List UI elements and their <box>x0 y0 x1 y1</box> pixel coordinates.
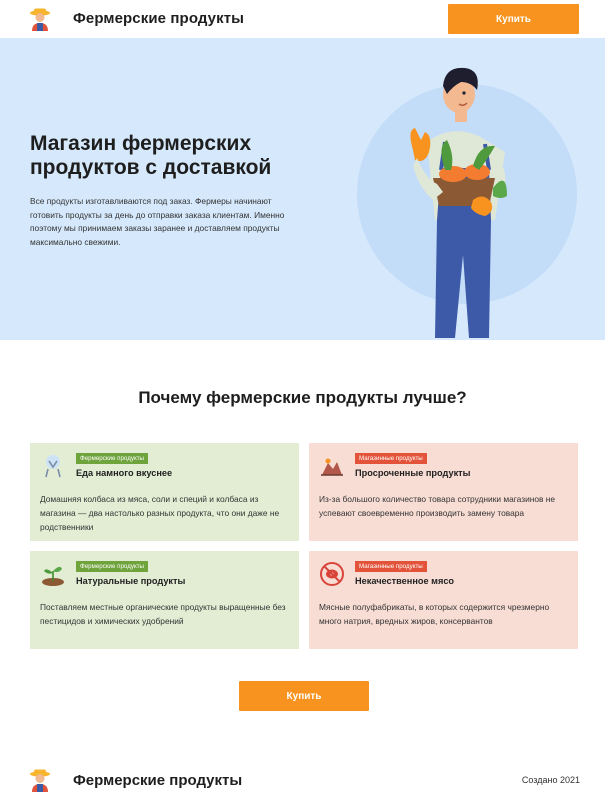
farmer-icon[interactable] <box>29 7 51 31</box>
hero-title: Магазин фермерских продуктов с доставкой <box>30 132 272 179</box>
section-title: Почему фермерские продукты лучше? <box>138 388 467 407</box>
card-text: Из-за большого количество товара сотрудн… <box>319 494 556 518</box>
benefit-card: Магазинные продукты Просроченные продукт… <box>309 443 578 541</box>
category-badge: Магазинные продукты <box>355 453 427 464</box>
spoiled-food-icon <box>321 458 343 476</box>
sprout-icon <box>42 566 64 586</box>
card-title: Просроченные продукты <box>355 468 471 478</box>
hero-section: Магазин фермерских продуктов с доставкой… <box>0 38 605 340</box>
brand-name[interactable]: Фермерские продукты <box>73 10 244 27</box>
category-badge: Фермерские продукты <box>76 561 148 572</box>
footer-brand-name[interactable]: Фермерские продукты <box>73 772 242 789</box>
hero-description: Все продукты изготавливаются под заказ. … <box>30 196 285 247</box>
site-header: Фермерские продукты Купить <box>0 0 605 38</box>
card-text: Поставляем местные органические продукты… <box>40 602 286 626</box>
benefit-card: Фермерские продукты Натуральные продукты… <box>30 551 299 649</box>
buy-button-header[interactable]: Купить <box>448 4 579 34</box>
card-text: Домашняя колбаса из мяса, соли и специй … <box>40 494 280 532</box>
card-text: Мясные полуфабрикаты, в которых содержит… <box>319 602 550 626</box>
benefit-card: Фермерские продукты Еда намного вкуснее … <box>30 443 299 541</box>
category-badge: Магазинные продукты <box>355 561 427 572</box>
copyright-text: Создано 2021 <box>521 775 580 785</box>
benefit-card: Магазинные продукты Некачественное мясо … <box>309 551 578 649</box>
card-title: Натуральные продукты <box>76 576 186 586</box>
no-meat-icon <box>320 562 344 586</box>
farmer-illustration <box>357 67 577 338</box>
card-title: Некачественное мясо <box>355 576 455 586</box>
farmer-icon[interactable] <box>29 768 51 792</box>
category-badge: Фермерские продукты <box>76 453 148 464</box>
card-title: Еда намного вкуснее <box>76 468 173 478</box>
buy-button[interactable]: Купить <box>239 681 369 711</box>
sausage-icon <box>45 455 61 478</box>
